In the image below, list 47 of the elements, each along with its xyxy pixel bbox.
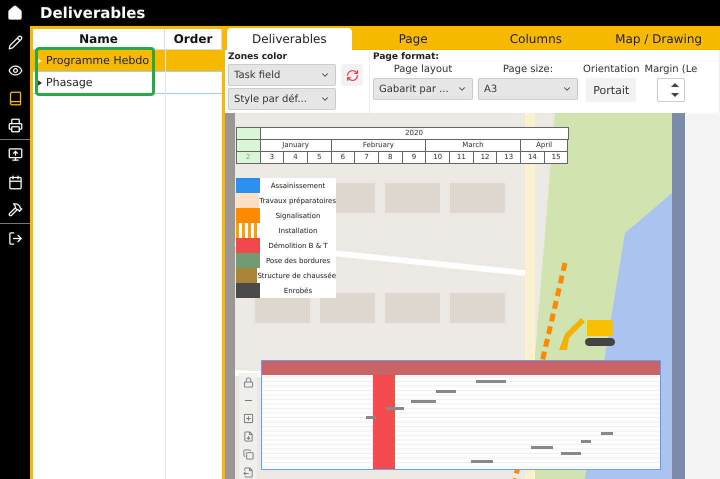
app-title: Deliverables [40, 4, 146, 22]
row-name: Programme Hebdo [46, 54, 150, 67]
gantt-bar [581, 440, 591, 443]
section-label: Page format: [373, 52, 440, 62]
field-label: Margin (Le [644, 64, 698, 75]
copy-icon[interactable] [242, 448, 254, 460]
tab[interactable]: Map / Drawing [597, 28, 720, 50]
printer-icon[interactable] [8, 118, 22, 133]
field-label: Page layout [394, 64, 452, 75]
column-header[interactable]: Name [33, 29, 165, 49]
exit-icon[interactable] [8, 230, 22, 246]
plus-square-icon[interactable] [242, 412, 254, 424]
gantt-bar [471, 460, 493, 463]
gantt-bar [601, 432, 613, 435]
screen-icon[interactable] [8, 146, 22, 162]
pencil-icon[interactable] [8, 34, 22, 50]
tab[interactable]: Deliverables [227, 28, 352, 50]
book-icon[interactable] [8, 90, 22, 106]
tools-icon[interactable] [8, 202, 22, 217]
gantt-bar [386, 407, 404, 410]
eye-icon[interactable] [8, 62, 22, 78]
calendar-icon[interactable] [8, 174, 22, 190]
gantt-bar [366, 416, 376, 419]
tab[interactable]: Page [352, 28, 474, 50]
margin-spinner[interactable] [656, 78, 685, 102]
building [320, 293, 375, 323]
file-export-icon[interactable] [242, 466, 254, 478]
gantt-bar [476, 380, 506, 383]
tab[interactable]: Columns [474, 28, 598, 50]
gantt-bar [531, 446, 553, 449]
gantt-bar [436, 390, 456, 393]
home-icon[interactable] [7, 5, 23, 21]
row-name: Phasage [46, 76, 93, 89]
gantt-bar [561, 452, 581, 455]
lock-icon[interactable] [242, 376, 254, 388]
orientation-button[interactable]: Portait [586, 78, 636, 102]
style-dropdown[interactable]: Style par déf... [228, 88, 336, 110]
file-download-icon[interactable] [242, 430, 254, 442]
page-layout-dropdown[interactable]: Gabarit par ... [373, 78, 473, 100]
gantt-bar [411, 400, 436, 403]
page-size-dropdown[interactable]: A3 [478, 78, 578, 100]
refresh-button[interactable] [341, 64, 363, 86]
task-field-dropdown[interactable]: Task field [228, 64, 336, 86]
field-label: Page size: [502, 64, 554, 75]
refresh-icon [346, 68, 358, 82]
section-label: Zones color [228, 52, 288, 62]
field-label: Orientation [583, 64, 640, 75]
